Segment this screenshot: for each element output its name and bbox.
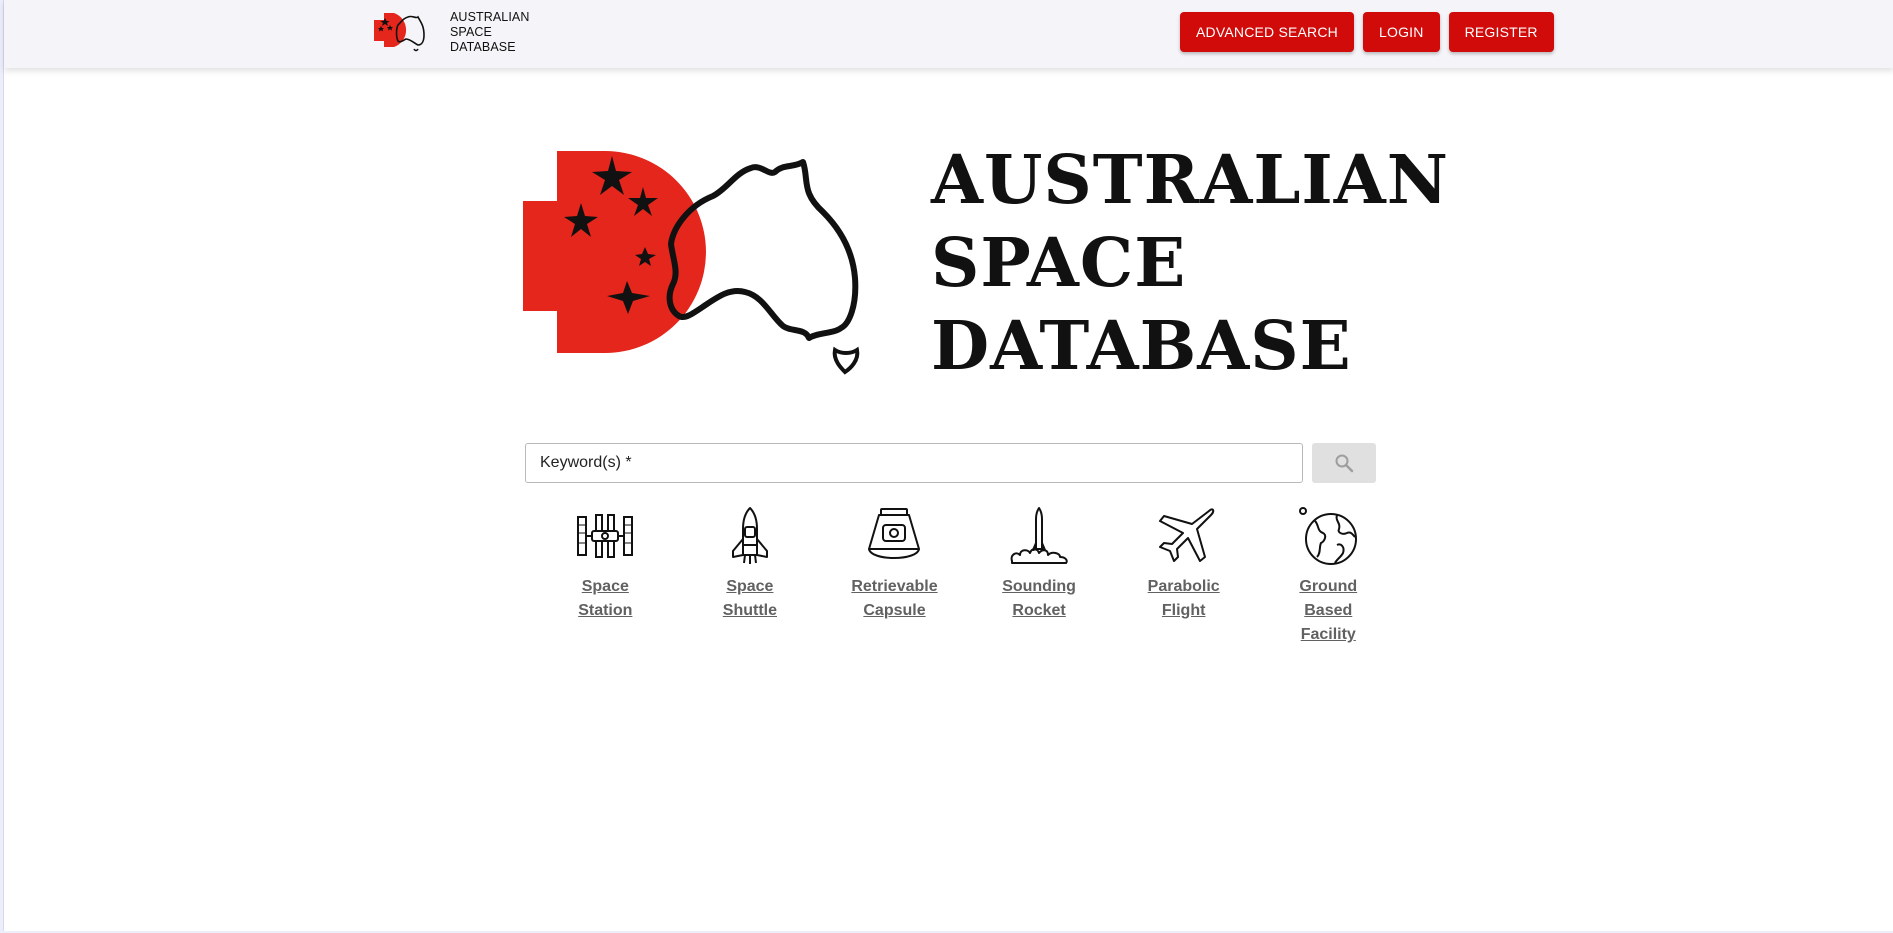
header-logo-text: AUSTRALIAN SPACE DATABASE — [450, 10, 530, 55]
hero-logo: AUSTRALIAN SPACE DATABASE — [523, 128, 1448, 385]
page: AUSTRALIAN SPACE DATABASE ADVANCED SEARC… — [3, 0, 1893, 931]
login-button[interactable]: LOGIN — [1363, 12, 1440, 52]
category-label[interactable]: Space Shuttle — [705, 575, 795, 623]
category-label-line: Flight — [1161, 602, 1206, 619]
top-navbar: AUSTRALIAN SPACE DATABASE ADVANCED SEARC… — [4, 0, 1893, 68]
category-label-line: Space — [726, 578, 774, 595]
category-list: Space Station Space Shuttle Retrievable … — [533, 505, 1401, 647]
hero-title-line: DATABASE — [931, 306, 1352, 385]
space-station-icon — [577, 514, 634, 558]
category-label-line: Capsule — [863, 602, 926, 619]
category-label-line: Facility — [1300, 626, 1356, 643]
hero-title-line: SPACE — [931, 223, 1187, 302]
search-button[interactable] — [1312, 443, 1376, 483]
category-label-line: Sounding — [1002, 578, 1076, 595]
category-label[interactable]: Ground Based Facility — [1283, 575, 1373, 647]
search-bar — [525, 443, 1376, 483]
category-label-line: Rocket — [1012, 602, 1066, 619]
hero-title: AUSTRALIAN SPACE DATABASE — [931, 138, 1449, 387]
header-logo-line: SPACE — [450, 24, 492, 39]
category-label[interactable]: Sounding Rocket — [994, 575, 1084, 623]
category-space-shuttle[interactable]: Space Shuttle — [678, 505, 823, 647]
advanced-search-button[interactable]: ADVANCED SEARCH — [1180, 12, 1354, 52]
category-label-line: Ground — [1299, 578, 1358, 595]
asd-hero-emblem-icon — [523, 151, 860, 375]
asd-logo-icon — [374, 13, 425, 52]
header-logo-line: AUSTRALIAN — [450, 9, 530, 24]
category-label-line: Parabolic — [1147, 578, 1220, 595]
header-logo[interactable]: AUSTRALIAN SPACE DATABASE — [372, 7, 530, 57]
capsule-icon — [868, 508, 921, 559]
search-icon — [1335, 454, 1354, 473]
space-shuttle-icon — [731, 507, 768, 564]
category-label-line: Station — [578, 602, 633, 619]
category-sounding-rocket[interactable]: Sounding Rocket — [967, 505, 1112, 647]
category-label[interactable]: Parabolic Flight — [1139, 575, 1229, 623]
category-label-line: Space — [581, 578, 629, 595]
hero-title-line: AUSTRALIAN — [931, 140, 1449, 219]
category-label-line: Retrievable — [851, 578, 938, 595]
category-ground-based-facility[interactable]: Ground Based Facility — [1256, 505, 1401, 647]
category-parabolic-flight[interactable]: Parabolic Flight — [1111, 505, 1256, 647]
keyword-field — [525, 443, 1303, 483]
category-label-line: Shuttle — [722, 602, 777, 619]
rocket-icon — [1010, 507, 1068, 564]
category-space-station[interactable]: Space Station — [533, 505, 678, 647]
keyword-search-input[interactable] — [526, 444, 1302, 482]
header-actions: ADVANCED SEARCH LOGIN REGISTER — [1180, 12, 1554, 52]
airplane-icon — [1158, 508, 1214, 562]
header-logo-line: DATABASE — [450, 39, 516, 54]
globe-icon — [1299, 507, 1358, 565]
category-label[interactable]: Space Station — [560, 575, 650, 623]
category-retrievable-capsule[interactable]: Retrievable Capsule — [822, 505, 967, 647]
category-label-line: Based — [1304, 602, 1353, 619]
category-label[interactable]: Retrievable Capsule — [849, 575, 939, 623]
register-button[interactable]: REGISTER — [1448, 12, 1554, 52]
